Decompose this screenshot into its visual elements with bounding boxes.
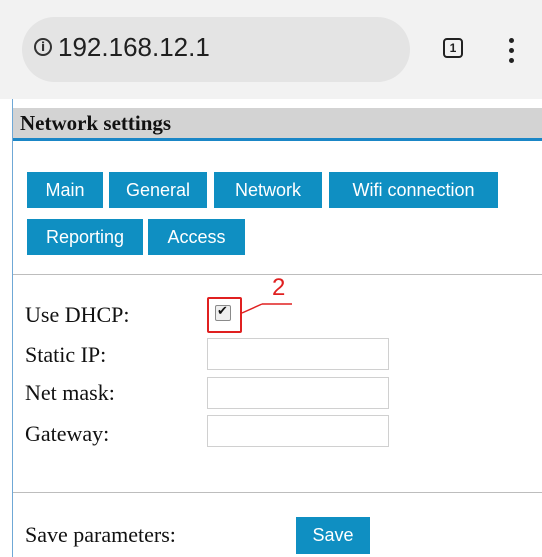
tab-general[interactable]: General: [109, 172, 207, 208]
save-button[interactable]: Save: [296, 517, 370, 554]
url-text[interactable]: 192.168.12.1: [58, 32, 210, 63]
page-border: [12, 99, 13, 557]
tab-access[interactable]: Access: [148, 219, 245, 255]
annotation-number: 2: [272, 274, 286, 301]
use-dhcp-label: Use DHCP:: [25, 302, 130, 327]
tab-wifi-connection[interactable]: Wifi connection: [329, 172, 498, 208]
net-mask-input[interactable]: [207, 377, 389, 409]
static-ip-input[interactable]: [207, 338, 389, 370]
section-divider: [13, 492, 542, 493]
annotation-highlight-box: [207, 297, 242, 333]
gateway-input[interactable]: [207, 415, 389, 447]
browser-window: i 192.168.12.1 1 Network settings Main G…: [0, 0, 542, 557]
tab-main[interactable]: Main: [27, 172, 103, 208]
page-title: Network settings: [20, 111, 172, 135]
header-underline: [13, 138, 542, 141]
save-parameters-label: Save parameters:: [25, 522, 176, 547]
more-vert-icon[interactable]: [508, 38, 516, 64]
net-mask-label: Net mask:: [25, 380, 115, 405]
static-ip-label: Static IP:: [25, 342, 107, 367]
tab-switcher-button[interactable]: 1: [443, 38, 463, 58]
tab-network[interactable]: Network: [214, 172, 322, 208]
gateway-label: Gateway:: [25, 421, 110, 446]
info-icon[interactable]: i: [34, 38, 52, 56]
tab-reporting[interactable]: Reporting: [27, 219, 143, 255]
